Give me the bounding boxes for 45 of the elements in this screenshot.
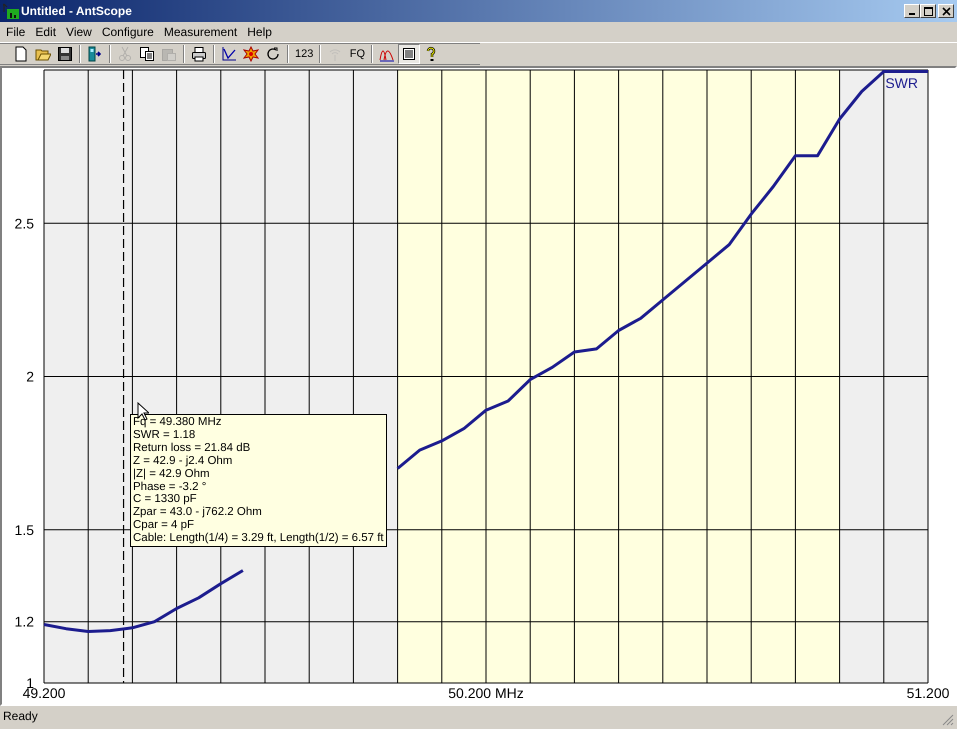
menu-item[interactable]: Help bbox=[242, 25, 277, 39]
y-axis-label: 2.5 bbox=[14, 215, 34, 232]
paste-icon bbox=[161, 46, 177, 62]
close-button[interactable] bbox=[938, 4, 954, 18]
readout-line: Cpar = 4 pF bbox=[133, 519, 196, 532]
refresh-icon bbox=[265, 46, 281, 62]
resize-grip-icon bbox=[942, 714, 954, 726]
readout-line: |Z| = 42.9 Ohm bbox=[133, 468, 211, 481]
readout-line: SWR = 1.18 bbox=[133, 428, 196, 442]
status-text: Ready bbox=[3, 709, 38, 723]
series-label: SWR bbox=[885, 75, 918, 91]
starburst-icon bbox=[243, 46, 259, 62]
chart-line-icon bbox=[221, 46, 237, 62]
x-axis-label: 51.200 bbox=[906, 685, 950, 701]
new-file-icon bbox=[13, 46, 29, 62]
readout-line: Zpar = 43.0 - j762.2 Ohm bbox=[133, 506, 263, 520]
menu-item[interactable]: Edit bbox=[30, 25, 62, 39]
readout-line: Phase = -3.2 ° bbox=[133, 480, 208, 494]
maximize-button[interactable] bbox=[920, 4, 936, 18]
menu-item[interactable]: View bbox=[61, 25, 97, 39]
toolbar-button[interactable]: FQ bbox=[346, 44, 368, 64]
minimize-button[interactable] bbox=[904, 4, 920, 18]
x-axis-label: 50.200 MHz bbox=[448, 685, 524, 701]
readout-line: C = 1330 pF bbox=[133, 493, 198, 506]
y-axis-label: 1.5 bbox=[14, 522, 34, 538]
device-arrow-icon bbox=[87, 46, 103, 62]
list-icon bbox=[401, 46, 418, 62]
y-axis-label: 1.2 bbox=[14, 614, 34, 630]
y-axis-label: 2 bbox=[26, 368, 34, 384]
menu-item[interactable]: File bbox=[1, 25, 30, 39]
window-title: Untitled - AntScope bbox=[21, 4, 133, 18]
menu-item[interactable]: Measurement bbox=[158, 25, 242, 39]
readout-line: Return loss = 21.84 dB bbox=[133, 442, 252, 455]
toolbar-button[interactable] bbox=[398, 44, 420, 64]
scissors-icon bbox=[117, 46, 133, 62]
copy-icon bbox=[139, 46, 155, 62]
maximize-icon bbox=[924, 6, 932, 16]
minimize-icon bbox=[909, 13, 915, 15]
readout-line: Z = 42.9 - j2.4 Ohm bbox=[133, 454, 234, 468]
menu-item[interactable]: Configure bbox=[96, 25, 159, 39]
printer-icon bbox=[191, 46, 207, 62]
close-icon bbox=[942, 6, 950, 16]
app-icon bbox=[3, 3, 19, 19]
readout-line: Cable: Length(1/4) = 3.29 ft, Length(1/2) = 6.57 ft bbox=[133, 532, 384, 546]
toolbar-button[interactable]: 123 bbox=[292, 44, 316, 64]
